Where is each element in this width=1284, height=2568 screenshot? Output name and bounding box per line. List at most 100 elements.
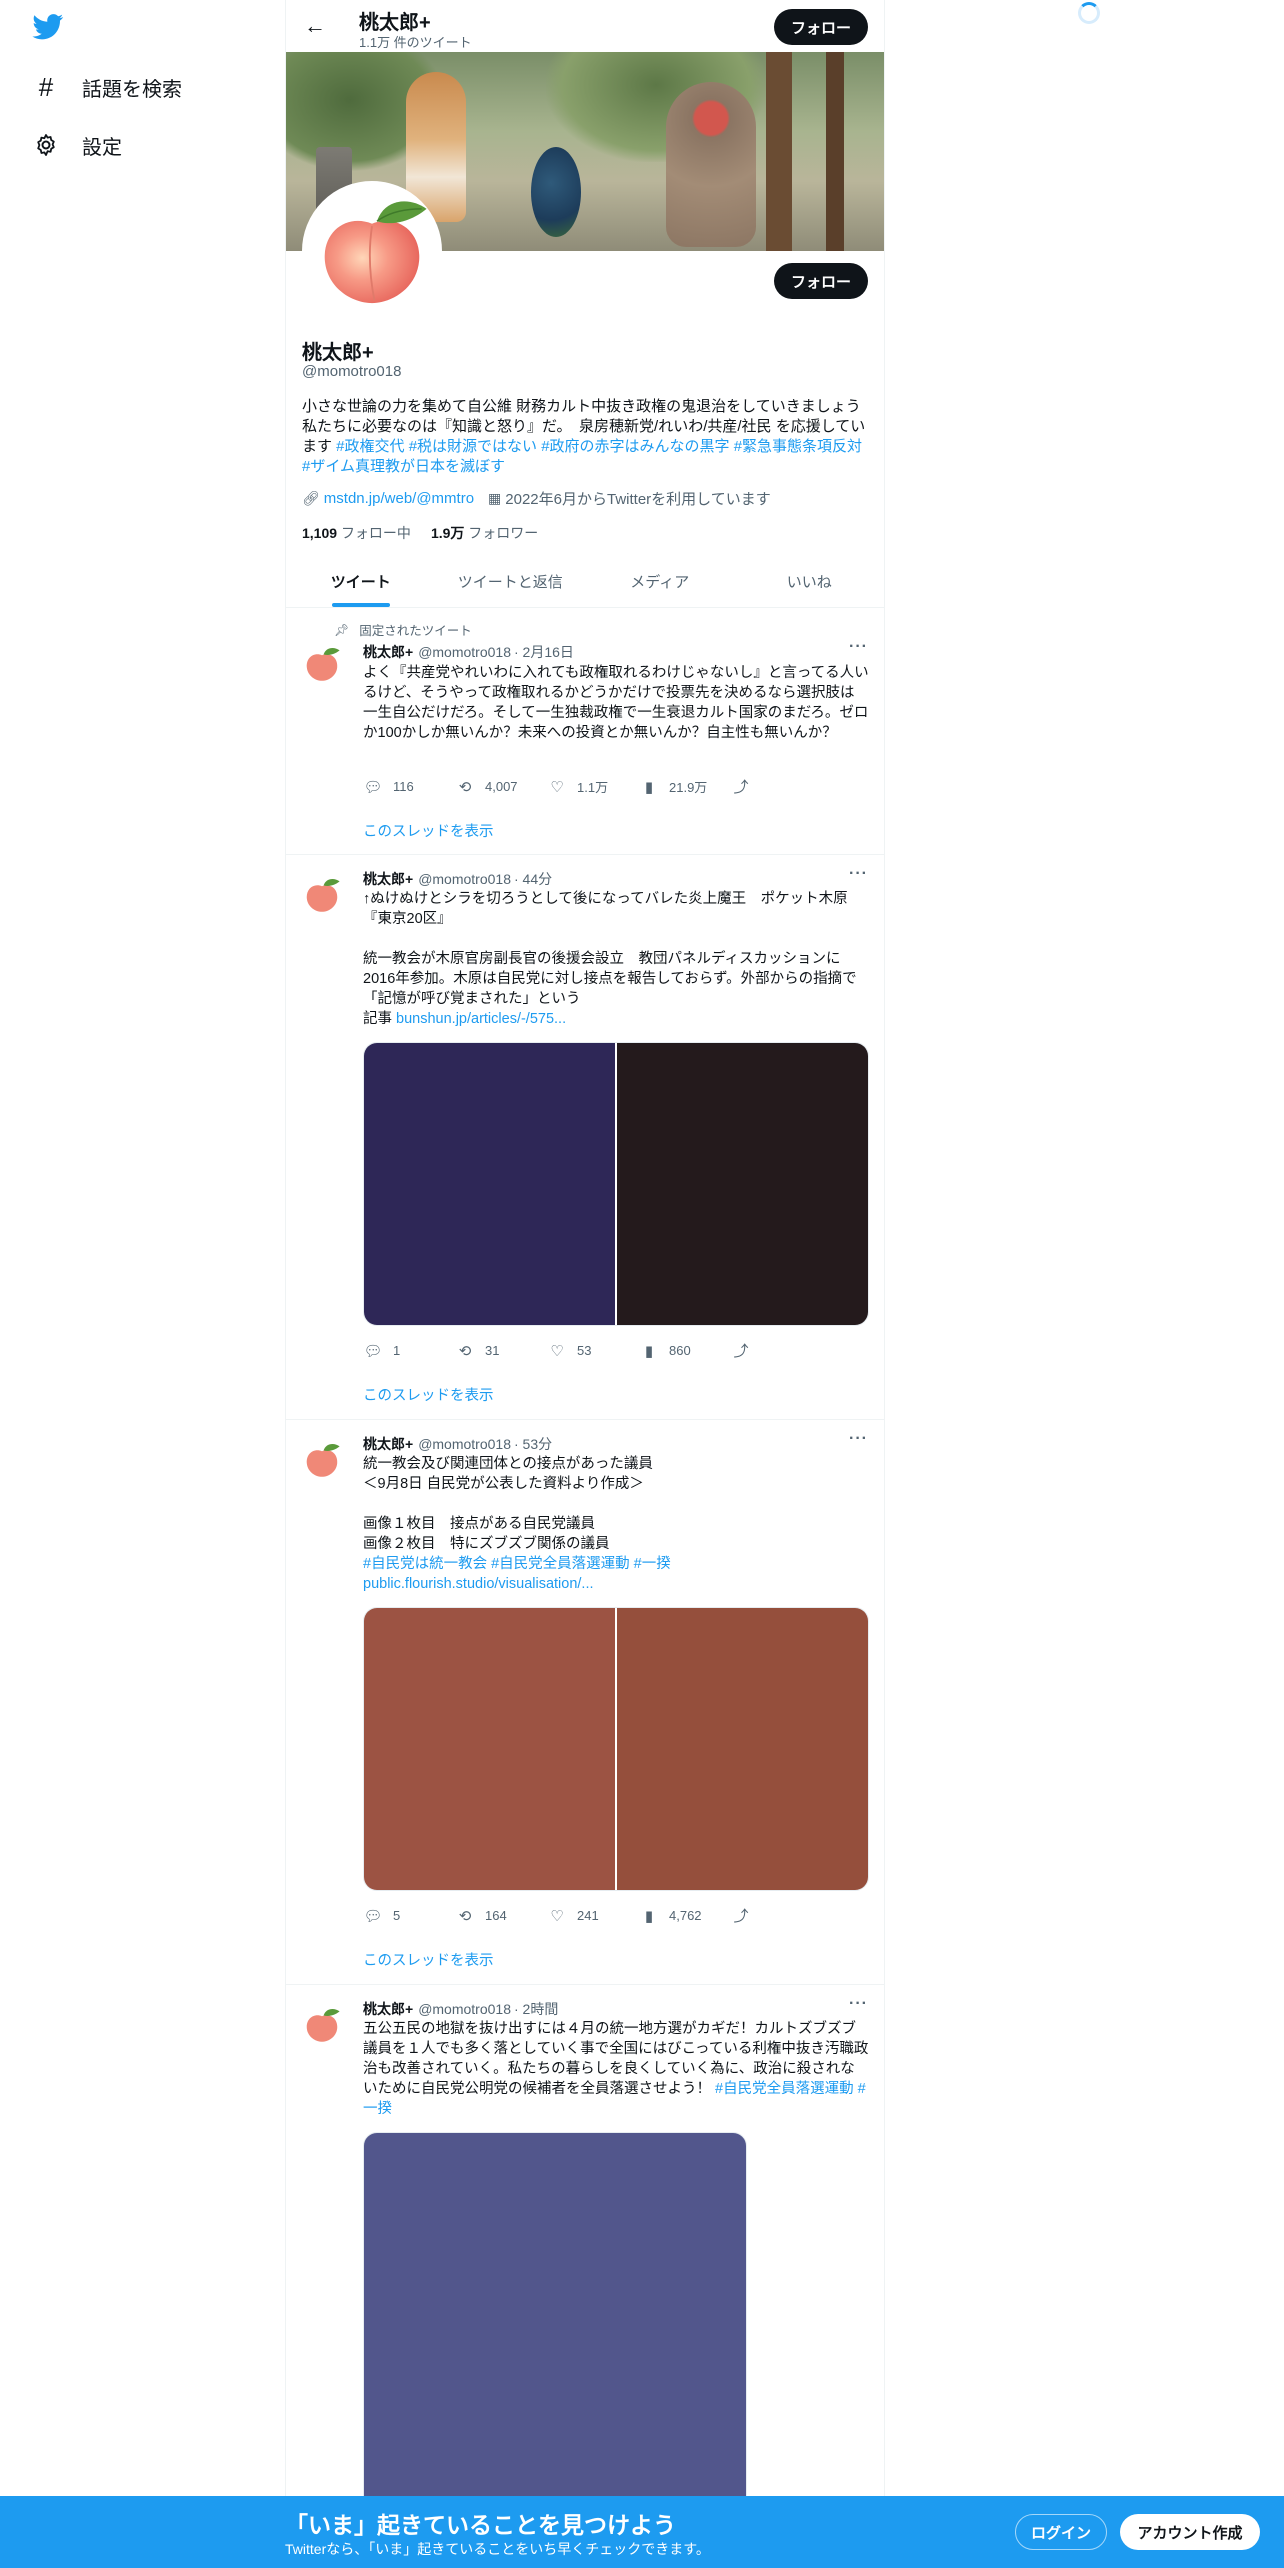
profile-avatar[interactable] xyxy=(302,181,442,321)
tweet-3[interactable]: 桃太郎+ @momotro018 · 53分 ··· 統一教会及び関連団体との接点が… xyxy=(286,1420,884,1985)
header-tweet-count: 1.1万 件のツイート xyxy=(359,35,472,50)
profile-bio: 小さな世論の力を集めて自公維 財務カルト中抜き政権の鬼退治をしていきましょう 私… xyxy=(302,398,876,475)
tweet-actions: 💬︎ 1 ⟲ 31 ♡ 53 ▮ 860 ⤴ xyxy=(363,1340,823,1361)
bio-hashtag[interactable]: #税は財源ではない xyxy=(409,438,537,455)
views-button[interactable]: ▮ 21.9万 xyxy=(639,777,731,796)
profile-tabs: ツイート ツイートと返信 メディア いいね xyxy=(286,555,884,608)
twitter-logo-icon[interactable] xyxy=(32,14,64,40)
peach-icon xyxy=(306,2009,340,2042)
signup-banner-subtitle: Twitterなら、「いま」起きていることをいち早くチェックできます。 xyxy=(285,2541,710,2557)
more-icon[interactable]: ··· xyxy=(849,1430,868,1448)
tweet-header: 桃太郎+ @momotro018 · 2時間 xyxy=(363,2001,559,2017)
profile-joined: 2022年6月からTwitterを利用しています xyxy=(505,491,771,508)
nav-settings-label: 設定 xyxy=(82,136,122,159)
signup-banner-title: 「いま」起きていることを見つけよう xyxy=(285,2512,676,2538)
bio-hashtag[interactable]: #緊急事態条項反対 xyxy=(734,438,862,455)
tweet-link[interactable]: bunshun.jp/articles/-/575... xyxy=(396,1011,566,1027)
reply-button[interactable]: 💬︎ 116 xyxy=(363,778,455,796)
share-icon: ⤴ xyxy=(733,779,749,796)
media-image-1[interactable] xyxy=(364,1608,615,1890)
media-image-2[interactable] xyxy=(616,1608,868,1890)
media-image-2[interactable] xyxy=(616,1043,868,1325)
tweet-2[interactable]: 桃太郎+ @momotro018 · 44分 ··· ↑ぬけぬけとシラを切ろうとして… xyxy=(286,855,884,1420)
reply-icon: 💬︎ xyxy=(363,1907,383,1925)
views-button[interactable]: ▮ 860 xyxy=(639,1342,731,1360)
media-image-1[interactable] xyxy=(364,1043,615,1325)
avatar[interactable] xyxy=(302,2005,342,2045)
signup-button[interactable]: アカウント作成 xyxy=(1120,2514,1260,2550)
tweet-header: 桃太郎+ @momotro018 · 53分 xyxy=(363,1436,553,1452)
profile-name: 桃太郎+ xyxy=(302,342,374,364)
tweet-link[interactable]: public.flourish.studio/visualisation/... xyxy=(363,1576,594,1592)
banner-bird-figure xyxy=(531,147,581,237)
tweet-hashtags[interactable]: #自民党は統一教会 #自民党全員落選運動 #一揆 xyxy=(363,1556,671,1572)
show-thread-link[interactable]: このスレッドを表示 xyxy=(363,1949,494,1970)
following-link[interactable]: 1,109 フォロー中 xyxy=(302,523,411,543)
more-icon[interactable]: ··· xyxy=(849,638,868,656)
signup-banner: 「いま」起きていることを見つけよう Twitterなら、「いま」起きていることを… xyxy=(0,2496,1284,2568)
back-arrow-icon[interactable]: ← xyxy=(302,13,328,39)
show-thread-link[interactable]: このスレッドを表示 xyxy=(363,1384,494,1405)
avatar[interactable] xyxy=(302,1440,342,1480)
avatar[interactable] xyxy=(302,875,342,915)
profile-website-link[interactable]: mstdn.jp/web/@mmtro xyxy=(324,490,474,507)
follow-button-header[interactable]: フォロー xyxy=(774,9,868,45)
reply-button[interactable]: 💬︎ 5 xyxy=(363,1907,455,1925)
calendar-icon: ▦ xyxy=(488,490,502,506)
tweet-media[interactable] xyxy=(363,1042,869,1326)
like-button[interactable]: ♡ 241 xyxy=(547,1907,639,1925)
tweet-pinned[interactable]: 📌︎ 固定されたツイート 桃太郎+ @momotro018 · 2月16日 ··· よ… xyxy=(286,608,884,855)
like-button[interactable]: ♡ 1.1万 xyxy=(547,777,639,796)
tweet-text: 五公五民の地獄を抜け出すには４月の統一地方選がカギだ！カルトズブズブ議員を１人で… xyxy=(363,2021,869,2117)
views-icon: ▮ xyxy=(644,778,654,796)
avatar[interactable] xyxy=(302,644,342,684)
tweet-header: 桃太郎+ @momotro018 · 2月16日 xyxy=(363,644,574,660)
followers-link[interactable]: 1.9万 フォロワー xyxy=(431,523,538,543)
reply-button[interactable]: 💬︎ 1 xyxy=(363,1342,455,1360)
more-icon[interactable]: ··· xyxy=(849,865,868,883)
tab-likes[interactable]: いいね xyxy=(735,555,885,607)
tweet-actions: 💬︎ 116 ⟲ 4,007 ♡ 1.1万 ▮ 21.9万 ⤴ xyxy=(363,776,823,797)
views-button[interactable]: ▮ 4,762 xyxy=(639,1907,731,1925)
reply-icon: 💬︎ xyxy=(363,1342,383,1360)
nav-explore[interactable]: # 話題を検索 xyxy=(32,67,182,107)
views-icon: ▮ xyxy=(644,1342,654,1360)
heart-icon: ♡ xyxy=(550,1907,564,1925)
tab-media[interactable]: メディア xyxy=(585,555,735,607)
tab-tweets[interactable]: ツイート xyxy=(286,555,436,607)
tweet-text: よく『共産党やれいわに入れても政権取れるわけじゃないし』と言ってる人いるけど、そ… xyxy=(363,665,869,741)
more-icon[interactable]: ··· xyxy=(849,1995,868,2013)
pin-icon: 📌︎ xyxy=(334,622,350,637)
like-button[interactable]: ♡ 53 xyxy=(547,1342,639,1360)
share-button[interactable]: ⤴ xyxy=(731,776,823,797)
tweet-media[interactable] xyxy=(363,1607,869,1891)
tweet-4[interactable]: 桃太郎+ @momotro018 · 2時間 ··· 五公五民の地獄を抜け出すには４… xyxy=(286,1985,884,2568)
bio-hashtag[interactable]: #ザイム真理教が日本を滅ぼす xyxy=(302,458,505,475)
retweet-button[interactable]: ⟲ 164 xyxy=(455,1907,547,1925)
share-button[interactable]: ⤴ xyxy=(731,1905,823,1926)
profile-follow-stats: 1,109 フォロー中 1.9万 フォロワー xyxy=(302,523,558,543)
bio-hashtag[interactable]: #政府の赤字はみんなの黒字 xyxy=(541,438,729,455)
nav-explore-label: 話題を検索 xyxy=(82,78,182,101)
show-thread-link[interactable]: このスレッドを表示 xyxy=(363,820,494,841)
peach-icon xyxy=(306,879,340,912)
retweet-button[interactable]: ⟲ 4,007 xyxy=(455,778,547,796)
heart-icon: ♡ xyxy=(550,1342,564,1360)
pinned-label: 📌︎ 固定されたツイート xyxy=(334,622,472,639)
login-button[interactable]: ログイン xyxy=(1015,2514,1107,2550)
retweet-button[interactable]: ⟲ 31 xyxy=(455,1342,547,1360)
retweet-icon: ⟲ xyxy=(458,778,472,796)
retweet-icon: ⟲ xyxy=(458,1342,472,1360)
banner-monkey-figure xyxy=(666,82,756,247)
profile-header-bar: ← 桃太郎+ 1.1万 件のツイート フォロー xyxy=(286,0,884,52)
nav-settings[interactable]: 設定 xyxy=(32,125,122,165)
bio-hashtag[interactable]: #政権交代 xyxy=(336,438,404,455)
follow-button[interactable]: フォロー xyxy=(774,263,868,299)
profile-column: ← 桃太郎+ 1.1万 件のツイート フォロー フォロー 桃太郎+ @momot… xyxy=(285,0,885,2568)
peach-icon xyxy=(306,1444,340,1477)
share-icon: ⤴ xyxy=(733,1343,749,1360)
tab-tweets-replies[interactable]: ツイートと返信 xyxy=(436,555,586,607)
loading-spinner-icon xyxy=(1078,2,1100,24)
share-button[interactable]: ⤴ xyxy=(731,1340,823,1361)
peach-icon xyxy=(324,201,427,304)
